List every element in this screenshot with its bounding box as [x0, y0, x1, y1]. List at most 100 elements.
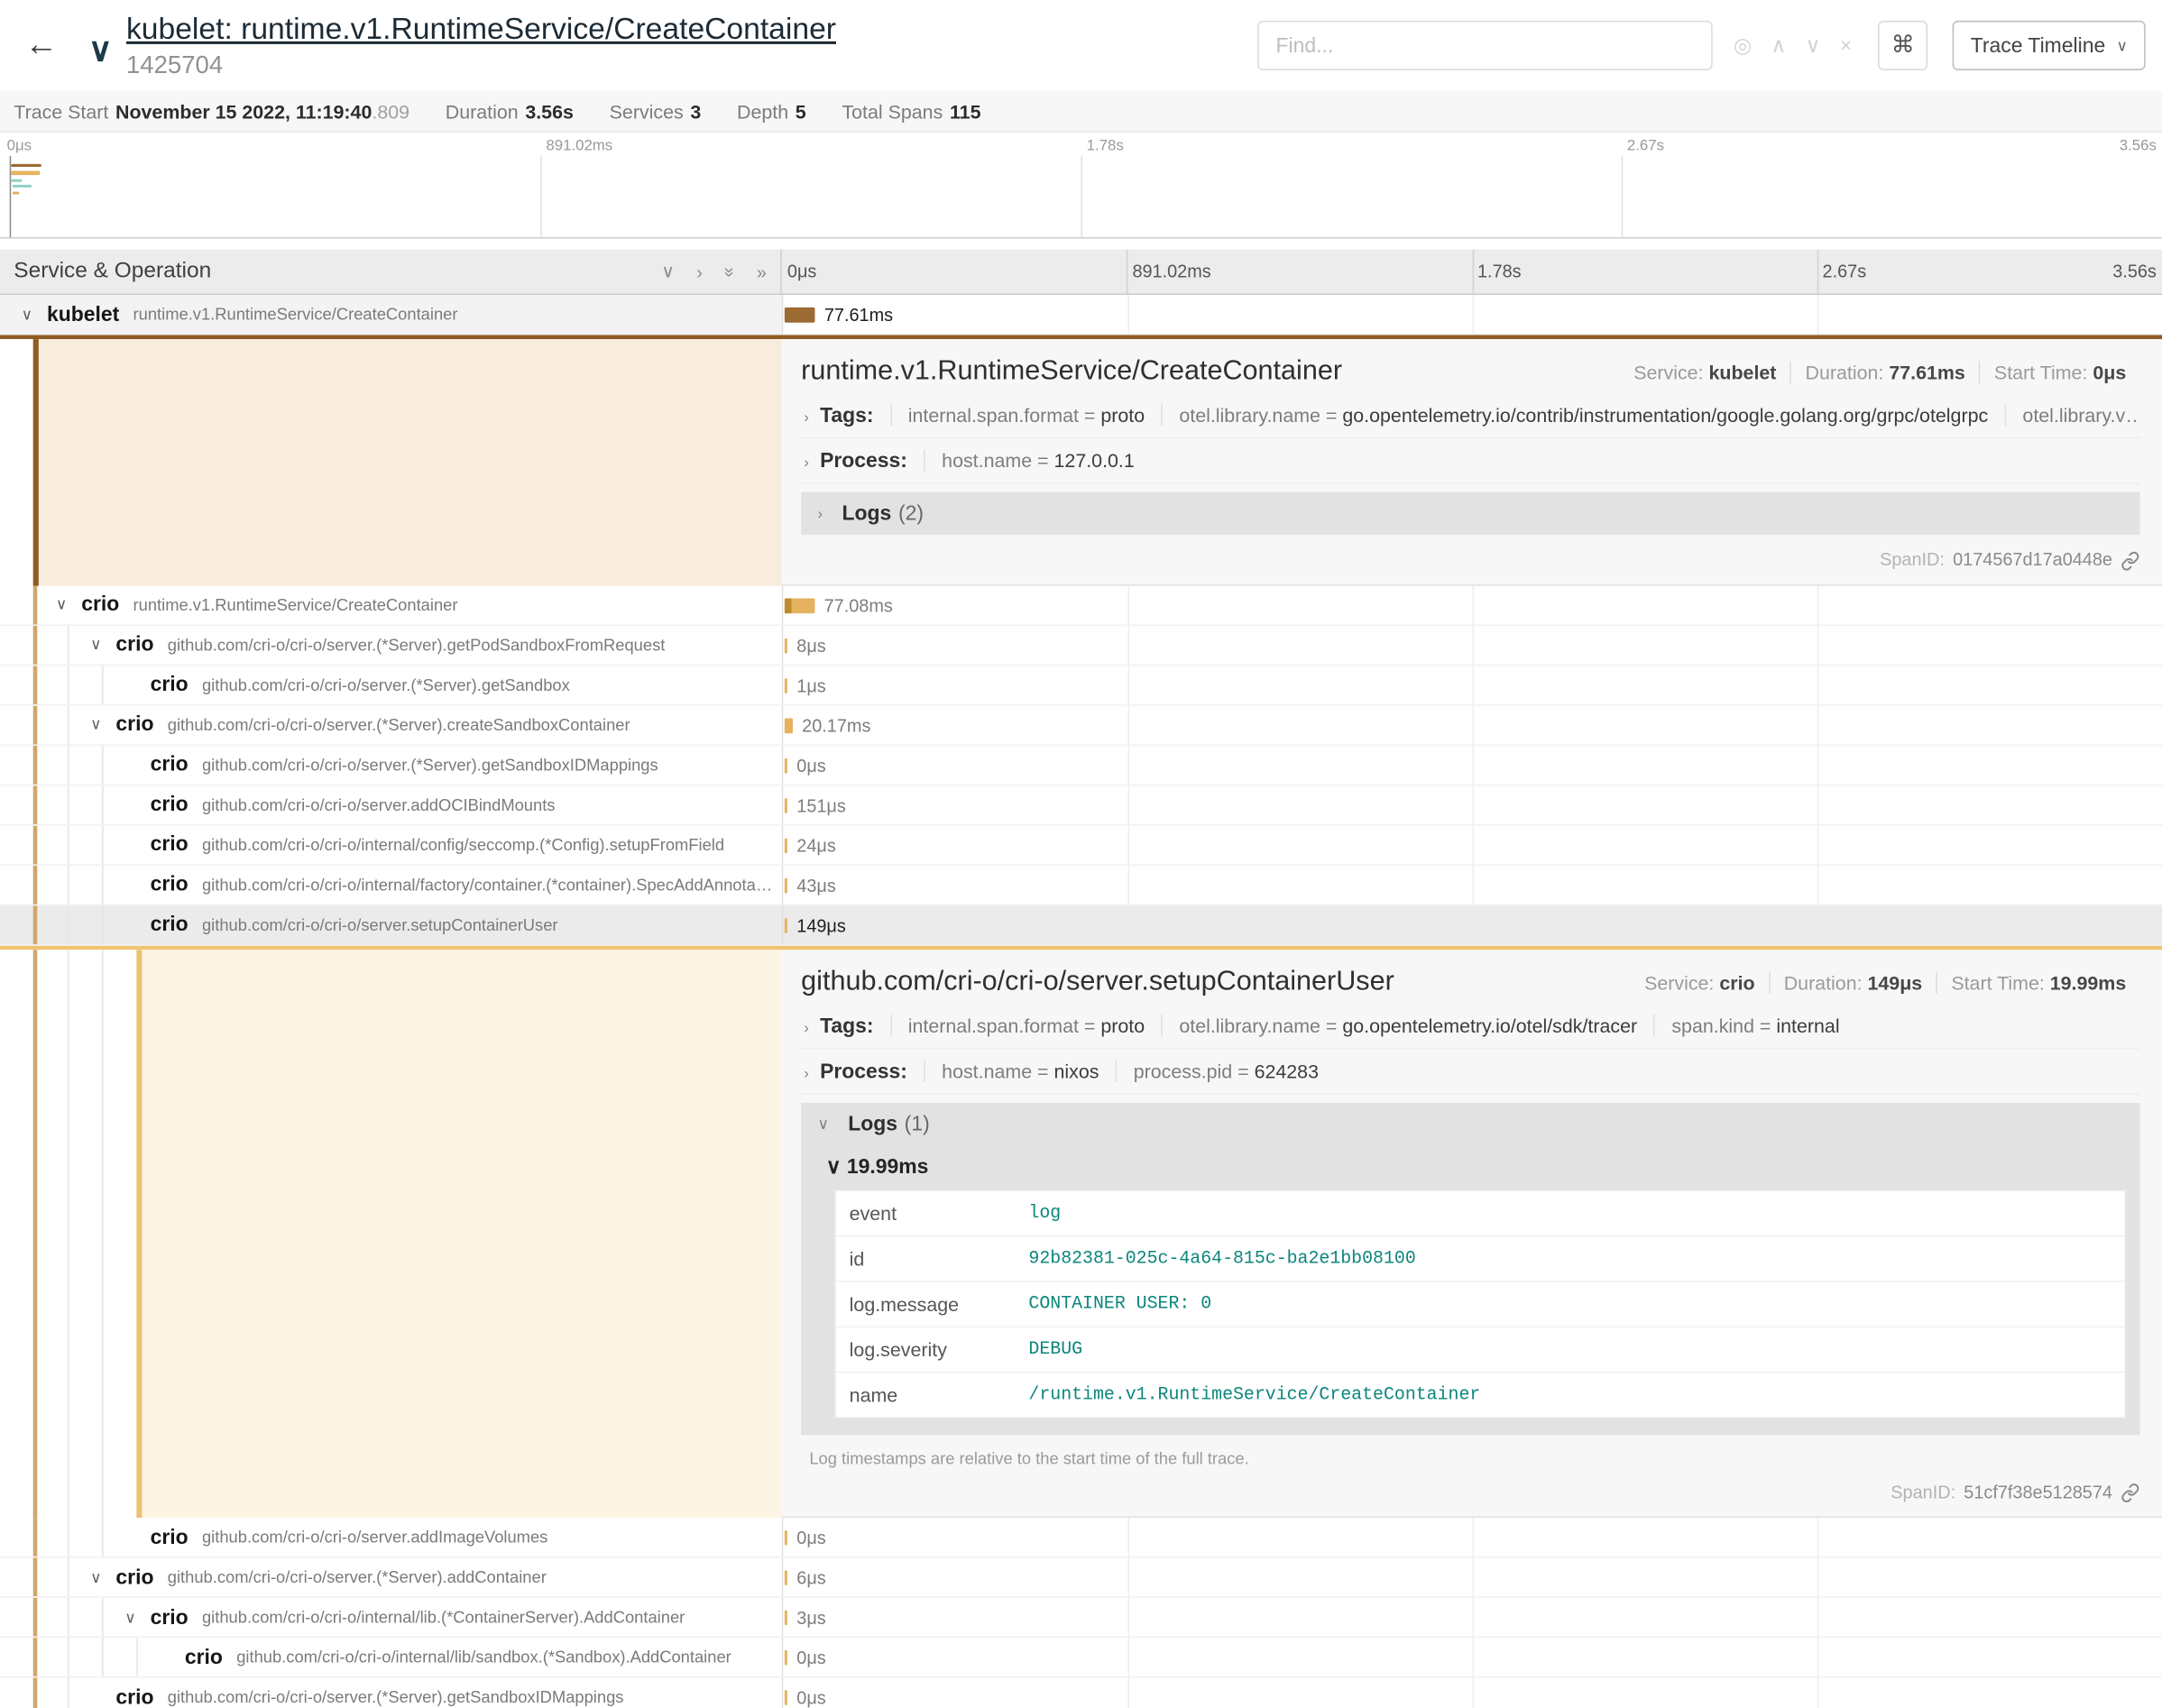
span-name-cell[interactable]: ∨kubeletruntime.v1.RuntimeService/Create…	[0, 295, 782, 334]
span-timeline-cell[interactable]: 20.17ms	[782, 705, 2162, 744]
process-accordion-row[interactable]: ›Process:host.name = nixosprocess.pid = …	[801, 1049, 2139, 1094]
collapse-all-icon[interactable]: »	[719, 267, 740, 277]
collapse-one-icon[interactable]: ∨	[661, 261, 675, 282]
span-timeline-cell[interactable]: 0μs	[782, 1518, 2162, 1556]
find-input[interactable]	[1258, 21, 1713, 70]
span-name-cell[interactable]: ∨crioruntime.v1.RuntimeService/CreateCon…	[0, 585, 782, 624]
back-button[interactable]: ←	[16, 26, 66, 65]
span-timeline-cell[interactable]: 151μs	[782, 785, 2162, 824]
link-icon[interactable]	[2121, 548, 2139, 570]
timeline-column-header: Service & Operation ∨ › » » 0μs 891.02ms…	[0, 250, 2162, 295]
span-timeline-cell[interactable]: 0μs	[782, 1638, 2162, 1676]
prev-match-icon[interactable]: ∧	[1762, 33, 1796, 59]
span-row[interactable]: ∨criogithub.com/cri-o/cri-o/server.(*Ser…	[0, 1558, 2162, 1598]
span-duration-label: 0μs	[796, 1528, 825, 1548]
span-duration-bar[interactable]	[785, 638, 787, 653]
span-name-cell[interactable]: criogithub.com/cri-o/cri-o/server.setupC…	[0, 905, 782, 944]
span-row[interactable]: criogithub.com/cri-o/cri-o/server.(*Serv…	[0, 745, 2162, 785]
span-row[interactable]: ∨kubeletruntime.v1.RuntimeService/Create…	[0, 295, 2162, 335]
link-icon[interactable]	[2121, 1482, 2139, 1503]
minimap-canvas[interactable]	[0, 156, 2162, 239]
span-operation-name: github.com/cri-o/cri-o/server.(*Server).…	[168, 1567, 782, 1586]
span-duration-bar[interactable]	[785, 1650, 787, 1666]
span-duration-bar[interactable]	[785, 758, 787, 773]
span-operation-name: github.com/cri-o/cri-o/internal/config/s…	[202, 835, 782, 854]
summary-item: Services3	[610, 100, 702, 122]
next-match-icon[interactable]: ∨	[1796, 33, 1830, 59]
span-name-cell[interactable]: criogithub.com/cri-o/cri-o/internal/conf…	[0, 825, 782, 864]
span-duration-bar[interactable]	[785, 877, 787, 893]
span-name-cell[interactable]: ∨criogithub.com/cri-o/cri-o/server.(*Ser…	[0, 1558, 782, 1597]
trace-title-link[interactable]: kubelet: runtime.v1.RuntimeService/Creat…	[126, 11, 836, 45]
tags-accordion-row[interactable]: ›Tags:internal.span.format = protootel.l…	[801, 1003, 2139, 1048]
span-row[interactable]: criogithub.com/cri-o/cri-o/internal/lib/…	[0, 1638, 2162, 1677]
span-duration-bar[interactable]	[785, 797, 787, 813]
expand-chevron-icon[interactable]: ∨	[76, 1568, 115, 1586]
span-name-cell[interactable]: criogithub.com/cri-o/cri-o/server.addIma…	[0, 1518, 782, 1556]
span-timeline-cell[interactable]: 24μs	[782, 825, 2162, 864]
span-timeline-cell[interactable]: 1μs	[782, 666, 2162, 704]
span-timeline-cell[interactable]: 0μs	[782, 745, 2162, 784]
span-duration-bar[interactable]	[785, 598, 814, 613]
expand-chevron-icon[interactable]: ∨	[7, 306, 47, 324]
span-timeline-cell[interactable]: 0μs	[782, 1678, 2162, 1708]
span-row[interactable]: criogithub.com/cri-o/cri-o/server.setupC…	[0, 905, 2162, 945]
span-name-cell[interactable]: criogithub.com/cri-o/cri-o/internal/lib/…	[0, 1638, 782, 1676]
span-timeline-cell[interactable]: 43μs	[782, 865, 2162, 904]
span-timeline-cell[interactable]: 6μs	[782, 1558, 2162, 1597]
trace-collapse-chevron-icon[interactable]: ∨	[88, 30, 113, 69]
span-duration-bar[interactable]	[785, 718, 793, 733]
span-row[interactable]: criogithub.com/cri-o/cri-o/internal/fact…	[0, 865, 2162, 905]
view-selector-button[interactable]: Trace Timeline ∨	[1953, 21, 2146, 70]
span-duration-bar[interactable]	[785, 1690, 787, 1705]
expand-chevron-icon[interactable]: ∨	[41, 595, 81, 613]
logs-accordion-header[interactable]: ›Logs(2)	[801, 492, 2139, 535]
minimap-scrubber[interactable]	[10, 156, 12, 237]
logs-accordion-header[interactable]: ∨Logs(1)	[801, 1102, 2139, 1144]
span-duration-bar[interactable]	[785, 677, 787, 693]
span-row[interactable]: criogithub.com/cri-o/cri-o/server.addOCI…	[0, 785, 2162, 825]
span-row[interactable]: criogithub.com/cri-o/cri-o/server.(*Serv…	[0, 1678, 2162, 1708]
expand-chevron-icon[interactable]: ∨	[110, 1608, 150, 1626]
span-name-cell[interactable]: ∨criogithub.com/cri-o/cri-o/server.(*Ser…	[0, 625, 782, 664]
log-entry-timestamp[interactable]: ∨ 19.99ms	[814, 1145, 2126, 1189]
span-duration-bar[interactable]	[785, 1570, 787, 1585]
span-name-cell[interactable]: criogithub.com/cri-o/cri-o/server.(*Serv…	[0, 666, 782, 704]
span-duration-label: 43μs	[796, 875, 835, 895]
focus-icon[interactable]: ◎	[1724, 33, 1761, 59]
span-row[interactable]: ∨criogithub.com/cri-o/cri-o/server.(*Ser…	[0, 705, 2162, 745]
tags-accordion-row[interactable]: ›Tags:internal.span.format = protootel.l…	[801, 393, 2139, 438]
expand-chevron-icon[interactable]: ∨	[76, 636, 115, 654]
span-duration-bar[interactable]	[785, 308, 814, 323]
span-row[interactable]: criogithub.com/cri-o/cri-o/server.(*Serv…	[0, 666, 2162, 705]
keyboard-shortcuts-button[interactable]: ⌘	[1878, 21, 1927, 70]
span-row[interactable]: criogithub.com/cri-o/cri-o/internal/conf…	[0, 825, 2162, 865]
span-timeline-cell[interactable]: 149μs	[782, 905, 2162, 944]
process-accordion-row[interactable]: ›Process:host.name = 127.0.0.1	[801, 438, 2139, 483]
span-name-cell[interactable]: ∨criogithub.com/cri-o/cri-o/server.(*Ser…	[0, 705, 782, 744]
span-timeline-cell[interactable]: 77.08ms	[782, 585, 2162, 624]
expand-one-icon[interactable]: ›	[696, 262, 703, 282]
span-timeline-cell[interactable]: 3μs	[782, 1598, 2162, 1637]
span-row[interactable]: criogithub.com/cri-o/cri-o/server.addIma…	[0, 1518, 2162, 1557]
clear-search-icon[interactable]: ×	[1830, 33, 1862, 57]
span-name-cell[interactable]: criogithub.com/cri-o/cri-o/internal/fact…	[0, 865, 782, 904]
minimap-tick: 3.56s	[2120, 138, 2157, 154]
span-duration-bar[interactable]	[785, 917, 787, 932]
span-duration-bar[interactable]	[785, 1530, 787, 1546]
tag-item: otel.library.v…	[2005, 404, 2140, 426]
span-row[interactable]: ∨criogithub.com/cri-o/cri-o/internal/lib…	[0, 1598, 2162, 1638]
span-name-cell[interactable]: criogithub.com/cri-o/cri-o/server.addOCI…	[0, 785, 782, 824]
span-duration-bar[interactable]	[785, 838, 787, 853]
span-service-name: kubelet	[47, 303, 119, 326]
span-timeline-cell[interactable]: 8μs	[782, 625, 2162, 664]
span-name-cell[interactable]: criogithub.com/cri-o/cri-o/server.(*Serv…	[0, 745, 782, 784]
expand-all-icon[interactable]: »	[757, 262, 767, 282]
span-duration-bar[interactable]	[785, 1611, 787, 1626]
span-row[interactable]: ∨crioruntime.v1.RuntimeService/CreateCon…	[0, 585, 2162, 625]
expand-chevron-icon[interactable]: ∨	[76, 715, 115, 733]
span-row[interactable]: ∨criogithub.com/cri-o/cri-o/server.(*Ser…	[0, 625, 2162, 665]
span-timeline-cell[interactable]: 77.61ms	[782, 295, 2162, 334]
span-name-cell[interactable]: criogithub.com/cri-o/cri-o/server.(*Serv…	[0, 1678, 782, 1708]
span-name-cell[interactable]: ∨criogithub.com/cri-o/cri-o/internal/lib…	[0, 1598, 782, 1637]
